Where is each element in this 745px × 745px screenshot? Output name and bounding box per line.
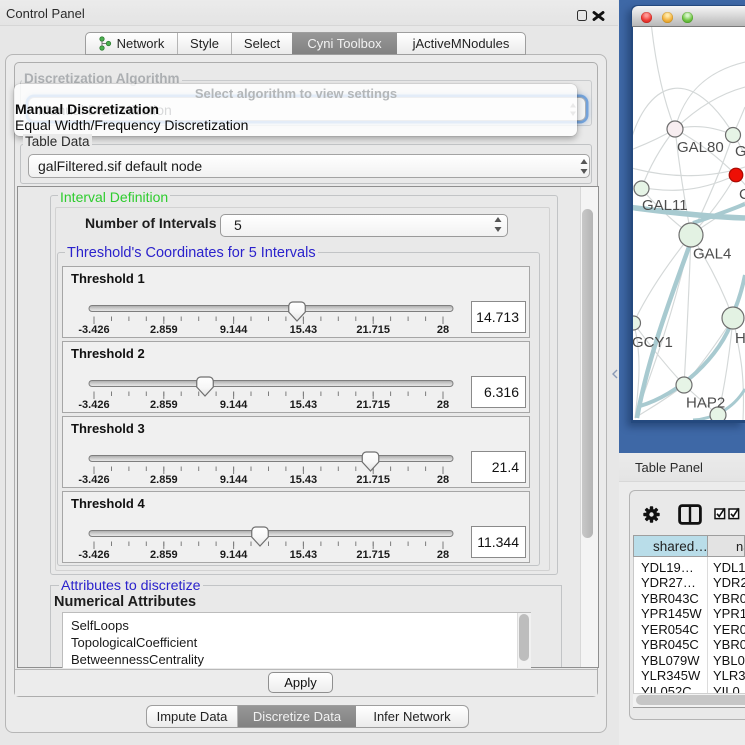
svg-text:GAL11: GAL11	[642, 197, 688, 214]
svg-text:21.715: 21.715	[356, 324, 390, 336]
svg-text:HAP2: HAP2	[686, 395, 725, 412]
svg-text:15.43: 15.43	[290, 549, 318, 561]
svg-text:28: 28	[437, 474, 449, 486]
svg-text:GAL80: GAL80	[677, 139, 724, 156]
svg-text:GCY1: GCY1	[633, 334, 673, 351]
svg-text:2.859: 2.859	[150, 324, 178, 336]
svg-text:9.144: 9.144	[220, 324, 248, 336]
svg-text:15.43: 15.43	[290, 399, 318, 411]
svg-text:GAL4: GAL4	[693, 246, 731, 263]
svg-text:15.43: 15.43	[290, 324, 318, 336]
svg-text:9.144: 9.144	[220, 474, 248, 486]
svg-text:21.715: 21.715	[356, 399, 390, 411]
svg-text:28: 28	[437, 399, 449, 411]
svg-text:2.859: 2.859	[150, 399, 178, 411]
svg-text:2.859: 2.859	[150, 549, 178, 561]
svg-text:-3.426: -3.426	[78, 549, 109, 561]
svg-text:28: 28	[437, 549, 449, 561]
svg-text:9.144: 9.144	[220, 399, 248, 411]
svg-text:GA: GA	[735, 143, 745, 160]
svg-text:-3.426: -3.426	[78, 474, 109, 486]
svg-text:9.144: 9.144	[220, 549, 248, 561]
svg-text:-3.426: -3.426	[78, 399, 109, 411]
svg-text:28: 28	[437, 324, 449, 336]
svg-text:21.715: 21.715	[356, 474, 390, 486]
svg-text:15.43: 15.43	[290, 474, 318, 486]
svg-text:21.715: 21.715	[356, 549, 390, 561]
svg-text:-3.426: -3.426	[78, 324, 109, 336]
svg-text:HI: HI	[735, 330, 745, 347]
svg-text:CY: CY	[739, 186, 745, 203]
svg-text:2.859: 2.859	[150, 474, 178, 486]
